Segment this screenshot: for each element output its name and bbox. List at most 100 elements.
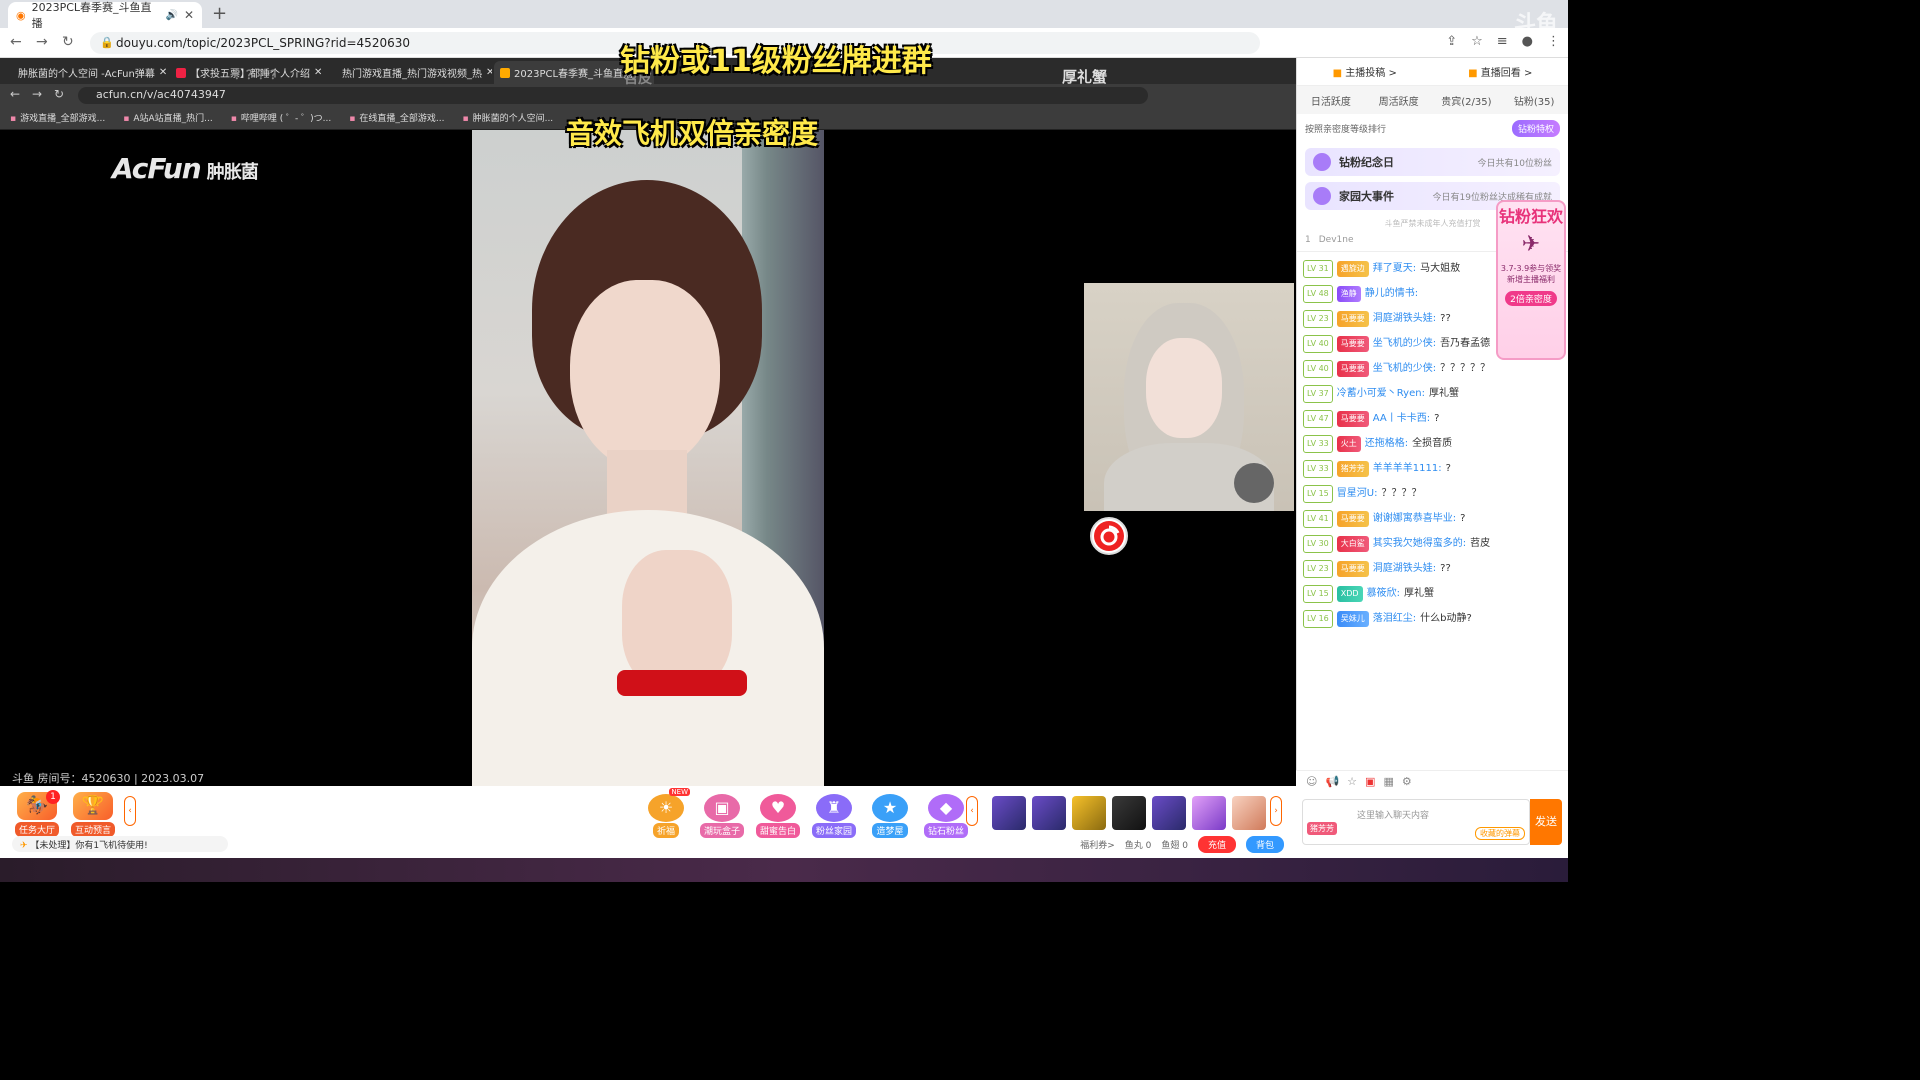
bag-button[interactable]: 背包	[1245, 836, 1284, 853]
expand-tools-button[interactable]: ‹	[124, 796, 136, 826]
gift-scroll-button[interactable]: ‹	[966, 796, 978, 826]
video-portrait-frame	[472, 130, 824, 786]
close-icon[interactable]: ✕	[314, 67, 322, 78]
back-icon[interactable]: ←	[10, 34, 22, 50]
inner-tab-3[interactable]: 热门游戏直播_热门游戏视频_热 ✕	[332, 61, 492, 84]
chat-username[interactable]: 冷蓄小可爱丶Ryen:	[1337, 386, 1425, 402]
chat-username[interactable]: 其实我欠她得蛮多的:	[1373, 536, 1466, 552]
profile-icon[interactable]: ●	[1522, 34, 1533, 49]
back-icon[interactable]: ←	[10, 87, 20, 101]
speaker-icon[interactable]: 🔊	[165, 10, 177, 21]
notice-bar[interactable]: ✈ 【未处理】你有1飞机待使用!	[12, 836, 228, 852]
gift-item-icon[interactable]	[1152, 796, 1186, 830]
promo-title: 钻粉狂欢	[1498, 207, 1563, 226]
forward-icon[interactable]: →	[32, 87, 42, 101]
share-icon[interactable]: ⇪	[1446, 34, 1457, 49]
input-fan-badge[interactable]: 猪芳芳	[1307, 822, 1337, 835]
chat-username[interactable]: 坐飞机的少侠:	[1373, 336, 1436, 352]
chat-username[interactable]: 谢谢娜寓恭喜毕业:	[1373, 511, 1456, 527]
chat-username[interactable]: 拜了夏天:	[1373, 261, 1416, 277]
chat-username[interactable]: 落泪红尘:	[1373, 611, 1416, 627]
fan-badge[interactable]: XDD	[1336, 585, 1363, 602]
fan-badge[interactable]: 马要要	[1336, 335, 1369, 352]
tab-weekly-activity[interactable]: 周活跃度	[1365, 93, 1433, 108]
gift-blindbox[interactable]: ▣ 潮玩盒子	[696, 794, 748, 838]
fan-badge[interactable]: 遇旋边	[1336, 260, 1369, 277]
bookmark-star-icon[interactable]: ☆	[1471, 34, 1483, 49]
tab-vip[interactable]: 贵宾(2/35)	[1433, 93, 1501, 108]
gift-item-icon[interactable]	[1232, 796, 1266, 830]
charge-button[interactable]: 充值	[1197, 836, 1236, 853]
menu-icon[interactable]: ⋮	[1547, 34, 1560, 49]
top-fan-name[interactable]: Dev1ne	[1319, 235, 1354, 245]
diamond-privilege-button[interactable]: 钻粉特权	[1511, 120, 1560, 137]
chat-username[interactable]: 慕筱欣:	[1367, 586, 1400, 602]
gift-item-icon[interactable]	[1032, 796, 1066, 830]
prediction-button[interactable]: 🏆 互动预言	[68, 792, 118, 837]
bookmark-item[interactable]: 游戏直播_全部游戏...	[10, 111, 105, 124]
send-button[interactable]: 发送	[1530, 799, 1562, 845]
gift-item-icon[interactable]	[1192, 796, 1226, 830]
close-icon[interactable]: ✕	[159, 67, 167, 78]
streamer-submit-link[interactable]: 主播投稿 >	[1333, 64, 1397, 79]
forward-icon[interactable]: →	[36, 34, 48, 50]
reload-icon[interactable]: ↻	[62, 34, 74, 50]
fan-badge[interactable]: 火土	[1336, 435, 1361, 452]
fan-badge-icon[interactable]: ▣	[1365, 775, 1375, 788]
chat-username[interactable]: 洞庭湖铁头娃:	[1373, 311, 1436, 327]
reload-icon[interactable]: ↻	[54, 87, 64, 101]
close-icon[interactable]: ✕	[486, 67, 492, 78]
video-player[interactable]: AcFun 肿胀菌 斗鱼 房间号：4520630 | 2023.03.07	[0, 130, 1296, 786]
gift-icon[interactable]: ▦	[1383, 775, 1393, 788]
fan-badge[interactable]: 马要要	[1336, 410, 1369, 427]
chat-username[interactable]: 冒星河U:	[1337, 486, 1378, 502]
fan-badge[interactable]: 吴妹儿	[1336, 610, 1369, 627]
task-hall-button[interactable]: 🏇 1 任务大厅	[12, 790, 62, 837]
coupon-link[interactable]: 福利券>	[1080, 838, 1115, 851]
fan-badge[interactable]: 马要要	[1336, 560, 1369, 577]
fan-badge[interactable]: 马要要	[1336, 510, 1369, 527]
saved-danmaku-button[interactable]: 收藏的弹幕	[1475, 827, 1525, 840]
close-tab-icon[interactable]: ✕	[184, 8, 194, 22]
fan-badge[interactable]: 大白鲨	[1336, 535, 1369, 552]
fan-badge[interactable]: 马要要	[1336, 360, 1369, 377]
tab-diamond-fans[interactable]: 钻粉(35)	[1500, 93, 1568, 108]
new-tab-button[interactable]: +	[212, 3, 227, 24]
gift-dream-house[interactable]: ★ 造梦屋	[864, 794, 916, 838]
chat-username[interactable]: 静儿的情书:	[1365, 286, 1418, 302]
outer-tab-active[interactable]: ◉ 2023PCL春季赛_斗鱼直播 🔊 ✕	[8, 1, 202, 30]
fan-badge[interactable]: 渔静	[1336, 285, 1361, 302]
gift-item-icon[interactable]	[992, 796, 1026, 830]
gift-pray[interactable]: NEW ☀ 祈福	[640, 788, 692, 838]
bookmark-item[interactable]: 哔哩哔哩 ( ゜- ゜)つ...	[231, 111, 331, 124]
settings-icon[interactable]: ⚙	[1402, 775, 1412, 788]
fan-badge[interactable]: 猪芳芳	[1336, 460, 1369, 477]
bookmark-item[interactable]: A站A站直播_热门...	[123, 111, 212, 124]
emoji-icon[interactable]: ☺	[1306, 775, 1317, 788]
media-icon[interactable]: ≡	[1497, 34, 1508, 49]
bookmark-item[interactable]: 在线直播_全部游戏...	[349, 111, 444, 124]
diamond-anniversary-card[interactable]: 钻粉纪念日 今日共有10位粉丝	[1305, 148, 1560, 176]
replay-link[interactable]: 直播回看 >	[1468, 64, 1533, 79]
promo-banner[interactable]: 钻粉狂欢 ✈ 3.7-3.9参与领奖 新增主播福利 2倍亲密度	[1496, 200, 1566, 360]
chat-username[interactable]: 坐飞机的少侠:	[1373, 361, 1436, 377]
bookmark-item[interactable]: 肿胀菌的个人空间...	[462, 111, 554, 124]
lock-icon: 🔒	[100, 36, 114, 49]
chat-input[interactable]: 猪芳芳 这里输入聊天内容 收藏的弹幕	[1302, 799, 1530, 845]
fan-badge[interactable]: 马要要	[1336, 310, 1369, 327]
chat-username[interactable]: AA丨卡卡西:	[1373, 411, 1430, 427]
chat-username[interactable]: 还拖格格:	[1365, 436, 1408, 452]
chat-username[interactable]: 洞庭湖铁头娃:	[1373, 561, 1436, 577]
inner-url-field[interactable]: acfun.cn/v/ac40743947	[78, 87, 1148, 104]
tab-daily-activity[interactable]: 日活跃度	[1297, 93, 1365, 108]
chat-username[interactable]: 羊羊羊羊1111:	[1373, 461, 1442, 477]
gift-fan-home[interactable]: ♜ 粉丝家园	[808, 794, 860, 838]
broadcast-icon[interactable]: 📢	[1325, 775, 1339, 788]
gift-scroll-right-button[interactable]: ›	[1270, 796, 1282, 826]
gift-item-icon[interactable]	[1112, 796, 1146, 830]
gift-item-icon[interactable]	[1072, 796, 1106, 830]
star-icon[interactable]: ☆	[1347, 775, 1357, 788]
gift-confession[interactable]: ♥ 甜蜜告白	[752, 794, 804, 838]
inner-tab-1[interactable]: 肿胀菌的个人空间 -AcFun弹幕 ✕	[8, 61, 168, 84]
gift-diamond-fan[interactable]: ◆ 钻石粉丝	[920, 794, 972, 838]
